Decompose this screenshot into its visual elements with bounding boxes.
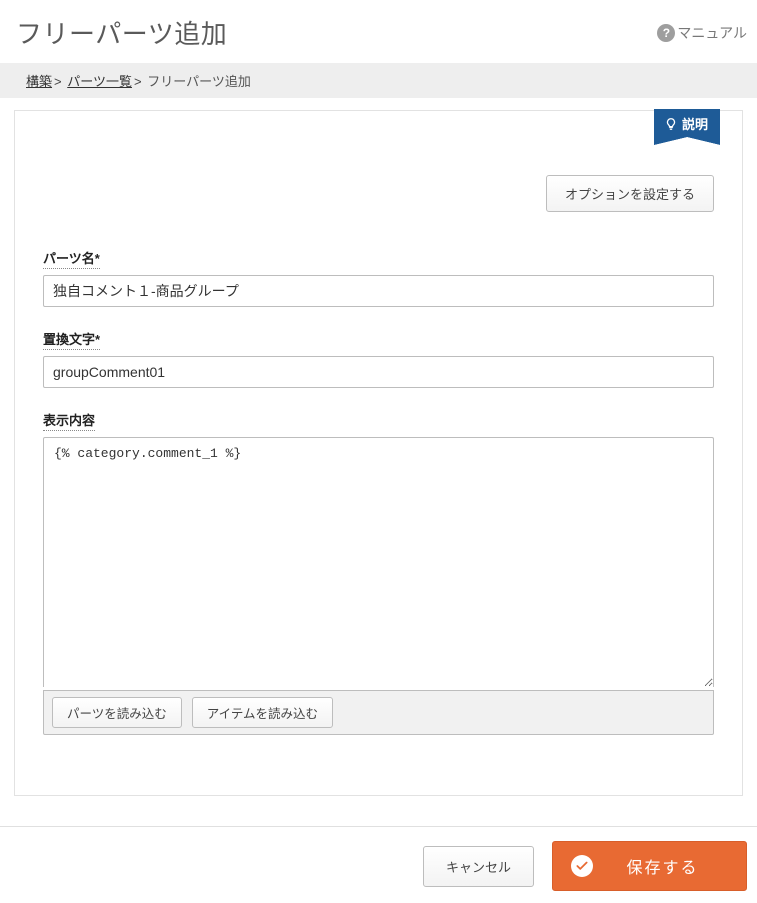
breadcrumb-link-1[interactable]: パーツ一覧 [67, 74, 132, 89]
content-label: 表示内容 [43, 410, 95, 431]
breadcrumb-current: フリーパーツ追加 [147, 74, 251, 89]
load-item-button[interactable]: アイテムを読み込む [192, 697, 333, 728]
save-button[interactable]: 保存する [552, 841, 747, 891]
field-replace-string: 置換文字* [43, 329, 714, 388]
form-body: パーツ名* 置換文字* 表示内容 パーツを読み込む アイテムを読み込む [15, 212, 742, 735]
main-panel: 説明 オプションを設定する パーツ名* 置換文字* 表示内容 パーツを読み込む … [14, 110, 743, 796]
help-tab[interactable]: 説明 [654, 109, 720, 137]
load-parts-button[interactable]: パーツを読み込む [52, 697, 182, 728]
set-options-button[interactable]: オプションを設定する [546, 175, 714, 212]
save-button-label: 保存する [621, 854, 704, 878]
replace-string-label: 置換文字* [43, 329, 100, 350]
manual-link-label: マニュアル [677, 23, 747, 43]
help-tab-label: 説明 [682, 118, 708, 131]
cancel-button[interactable]: キャンセル [423, 846, 534, 887]
help-icon: ? [657, 24, 675, 42]
check-icon [571, 855, 593, 877]
breadcrumb-link-0[interactable]: 構築 [26, 74, 52, 89]
content-textarea[interactable] [43, 437, 714, 687]
parts-name-input[interactable] [43, 275, 714, 307]
page-title: フリーパーツ追加 [16, 14, 227, 51]
footer-action-bar: キャンセル 保存する [0, 826, 757, 903]
content-toolbar: パーツを読み込む アイテムを読み込む [43, 690, 714, 735]
replace-string-input[interactable] [43, 356, 714, 388]
field-content: 表示内容 パーツを読み込む アイテムを読み込む [43, 410, 714, 735]
page-header: フリーパーツ追加 ? マニュアル [0, 0, 757, 63]
manual-link[interactable]: ? マニュアル [657, 23, 747, 43]
breadcrumb: 構築> パーツ一覧> フリーパーツ追加 [0, 63, 757, 98]
lightbulb-icon [664, 117, 678, 131]
parts-name-label: パーツ名* [43, 248, 100, 269]
field-parts-name: パーツ名* [43, 248, 714, 307]
